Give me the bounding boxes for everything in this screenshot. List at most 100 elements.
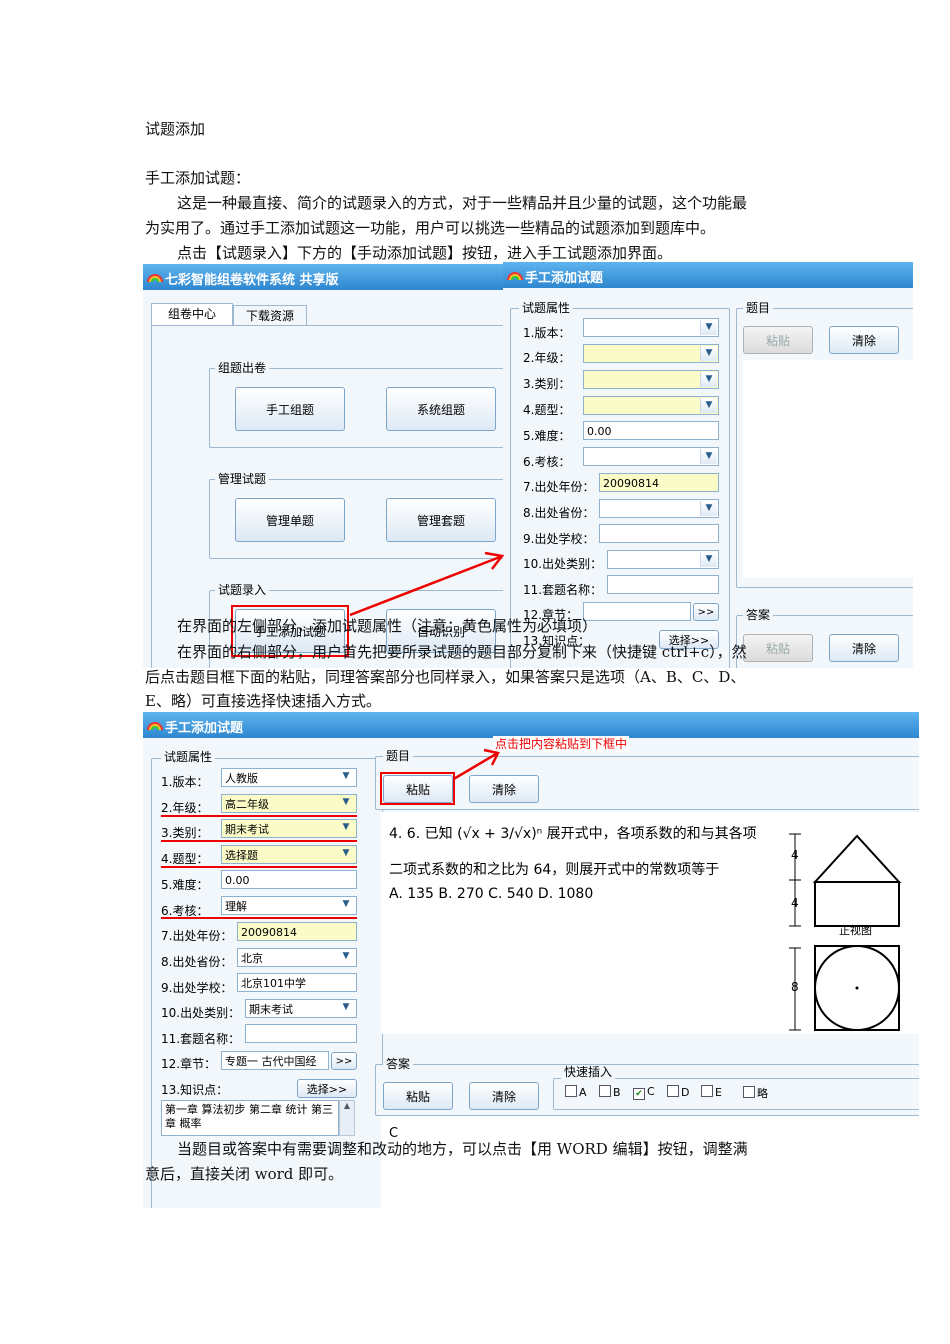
source-type-select[interactable]: ▼ xyxy=(607,550,719,569)
question-text: 4. 6. 已知 (√x + 3/√x)ⁿ 展开式中，各项系数的和与其各项 xyxy=(389,826,757,842)
chevron-down-icon[interactable]: ▼ xyxy=(338,795,354,810)
checkmark-icon[interactable]: ✔ xyxy=(633,1088,645,1100)
chevron-down-icon[interactable]: ▼ xyxy=(700,449,717,464)
version-select[interactable]: 人教版 xyxy=(221,768,357,787)
filled-window-titlebar: 手工添加试题 xyxy=(143,712,919,738)
paste-button[interactable]: 粘贴 xyxy=(743,326,813,354)
province-select[interactable]: ▼ xyxy=(599,499,719,518)
field-label: 7.出处年份： xyxy=(523,480,595,494)
checkbox-icon[interactable] xyxy=(743,1086,755,1098)
grade-select[interactable]: 高二年级 xyxy=(221,794,357,813)
knowledge-list[interactable]: 第一章 算法初步 第二章 统计 第三章 概率 xyxy=(161,1100,339,1136)
chevron-down-icon[interactable]: ▼ xyxy=(700,501,717,516)
field-label: 1.版本： xyxy=(523,326,571,340)
school-input[interactable] xyxy=(599,524,719,543)
system-compose-button[interactable]: 系统组题 xyxy=(386,387,496,431)
assess-select[interactable]: 理解 xyxy=(221,896,357,915)
chevron-down-icon[interactable]: ▼ xyxy=(338,769,354,784)
year-input[interactable]: 20090814 xyxy=(599,473,719,492)
option-c-checkbox[interactable]: ✔ C xyxy=(633,1085,655,1100)
underline-mark xyxy=(161,866,357,868)
question-group-title: 题目 xyxy=(743,301,774,315)
field-label: 10.出处类别： xyxy=(161,1006,241,1020)
question-options: A. 135 B. 270 C. 540 D. 1080 xyxy=(389,886,594,902)
doc-title: 试题添加 xyxy=(145,120,206,138)
set-name-input[interactable] xyxy=(607,575,719,594)
school-input[interactable]: 北京101中学 xyxy=(237,973,357,992)
field-label: 8.出处省份： xyxy=(523,506,595,520)
field-label: 4.题型： xyxy=(161,852,209,866)
dimension-label: 4 xyxy=(791,848,799,862)
doc-paragraph: 后点击题目框下面的粘贴，同理答案部分也同样录入，如果答案只是选项（A、B、C、D… xyxy=(145,668,746,686)
checkbox-icon[interactable] xyxy=(599,1085,611,1097)
category-select[interactable]: ▼ xyxy=(583,370,719,389)
option-e-checkbox[interactable]: E xyxy=(701,1085,722,1099)
assess-select[interactable]: ▼ xyxy=(583,447,719,466)
paste-annotation: 点击把内容粘贴到下框中 xyxy=(493,736,630,752)
answer-editor[interactable] xyxy=(381,1116,919,1208)
field-label: 6.考核： xyxy=(523,455,571,469)
chevron-down-icon[interactable]: ▼ xyxy=(700,552,717,567)
set-name-input[interactable] xyxy=(245,1024,357,1043)
chevron-down-icon[interactable]: ▼ xyxy=(338,846,354,861)
manual-compose-button[interactable]: 手工组题 xyxy=(235,387,345,431)
field-label: 3.类别： xyxy=(161,826,209,840)
chevron-down-icon[interactable]: ▼ xyxy=(700,346,717,361)
year-input[interactable]: 20090814 xyxy=(237,922,357,941)
difficulty-input[interactable]: 0.00 xyxy=(221,870,357,889)
question-editor[interactable] xyxy=(743,360,913,578)
option-omit-checkbox[interactable]: 略 xyxy=(743,1085,768,1101)
doc-paragraph: 在界面的左侧部分，添加试题属性（注意：黄色属性为必填项） xyxy=(177,617,598,635)
chevron-down-icon[interactable]: ▼ xyxy=(700,398,717,413)
chevron-down-icon[interactable]: ▼ xyxy=(338,949,354,964)
chapter-select-button[interactable]: >> xyxy=(693,603,719,621)
figure-caption: 正视图 xyxy=(839,924,872,937)
chapter-select-button[interactable]: >> xyxy=(331,1052,357,1070)
type-select[interactable]: 选择题 xyxy=(221,845,357,864)
answer-clear-button[interactable]: 清除 xyxy=(469,1082,539,1110)
field-label: 13.知识点： xyxy=(161,1083,229,1097)
field-label: 11.套题名称： xyxy=(523,583,603,597)
checkbox-icon[interactable] xyxy=(701,1085,713,1097)
field-label: 5.难度： xyxy=(161,878,209,892)
chevron-down-icon[interactable]: ▼ xyxy=(338,897,354,912)
checkbox-icon[interactable] xyxy=(565,1085,577,1097)
checkbox-icon[interactable] xyxy=(667,1085,679,1097)
tab-compose-center[interactable]: 组卷中心 xyxy=(151,303,233,326)
chevron-down-icon[interactable]: ▼ xyxy=(338,820,354,835)
doc-paragraph: E、略）可直接选择快速插入方式。 xyxy=(145,692,381,710)
option-a-checkbox[interactable]: A xyxy=(565,1085,587,1099)
option-d-checkbox[interactable]: D xyxy=(667,1085,689,1099)
field-label: 7.出处年份： xyxy=(161,929,233,943)
answer-clear-button[interactable]: 清除 xyxy=(829,634,899,662)
question-text: 二项式系数的和之比为 64，则展开式中的常数项等于 xyxy=(389,862,720,878)
option-label: D xyxy=(681,1086,690,1099)
difficulty-input[interactable]: 0.00 xyxy=(583,421,719,440)
option-b-checkbox[interactable]: B xyxy=(599,1085,621,1099)
type-select[interactable]: ▼ xyxy=(583,396,719,415)
chevron-down-icon[interactable]: ▼ xyxy=(700,320,717,335)
field-label: 2.年级： xyxy=(523,351,571,365)
version-select[interactable]: ▼ xyxy=(583,318,719,337)
chapter-input[interactable]: 专题一 古代中国经 xyxy=(221,1051,329,1070)
category-select[interactable]: 期末考试 xyxy=(221,819,357,838)
grade-select[interactable]: ▼ xyxy=(583,344,719,363)
clear-button[interactable]: 清除 xyxy=(829,326,899,354)
underline-mark xyxy=(161,840,357,842)
chevron-down-icon[interactable]: ▼ xyxy=(338,1000,354,1015)
field-label: 1.版本： xyxy=(161,775,209,789)
clear-button[interactable]: 清除 xyxy=(469,775,539,803)
doc-subtitle: 手工添加试题： xyxy=(145,169,251,187)
field-label: 8.出处省份： xyxy=(161,955,233,969)
chevron-down-icon[interactable]: ▼ xyxy=(700,372,717,387)
scrollbar[interactable]: ▲ xyxy=(339,1100,355,1136)
knowledge-select-button[interactable]: 选择>> xyxy=(297,1079,357,1098)
tab-download-resources[interactable]: 下载资源 xyxy=(233,305,307,326)
answer-paste-button[interactable]: 粘贴 xyxy=(743,634,813,662)
manage-single-button[interactable]: 管理单题 xyxy=(235,498,345,542)
manage-set-button[interactable]: 管理套题 xyxy=(386,498,496,542)
field-label: 5.难度： xyxy=(523,429,571,443)
group-manage-title: 管理试题 xyxy=(215,472,270,486)
answer-paste-button[interactable]: 粘贴 xyxy=(383,1082,453,1110)
chapter-input[interactable] xyxy=(583,602,691,621)
